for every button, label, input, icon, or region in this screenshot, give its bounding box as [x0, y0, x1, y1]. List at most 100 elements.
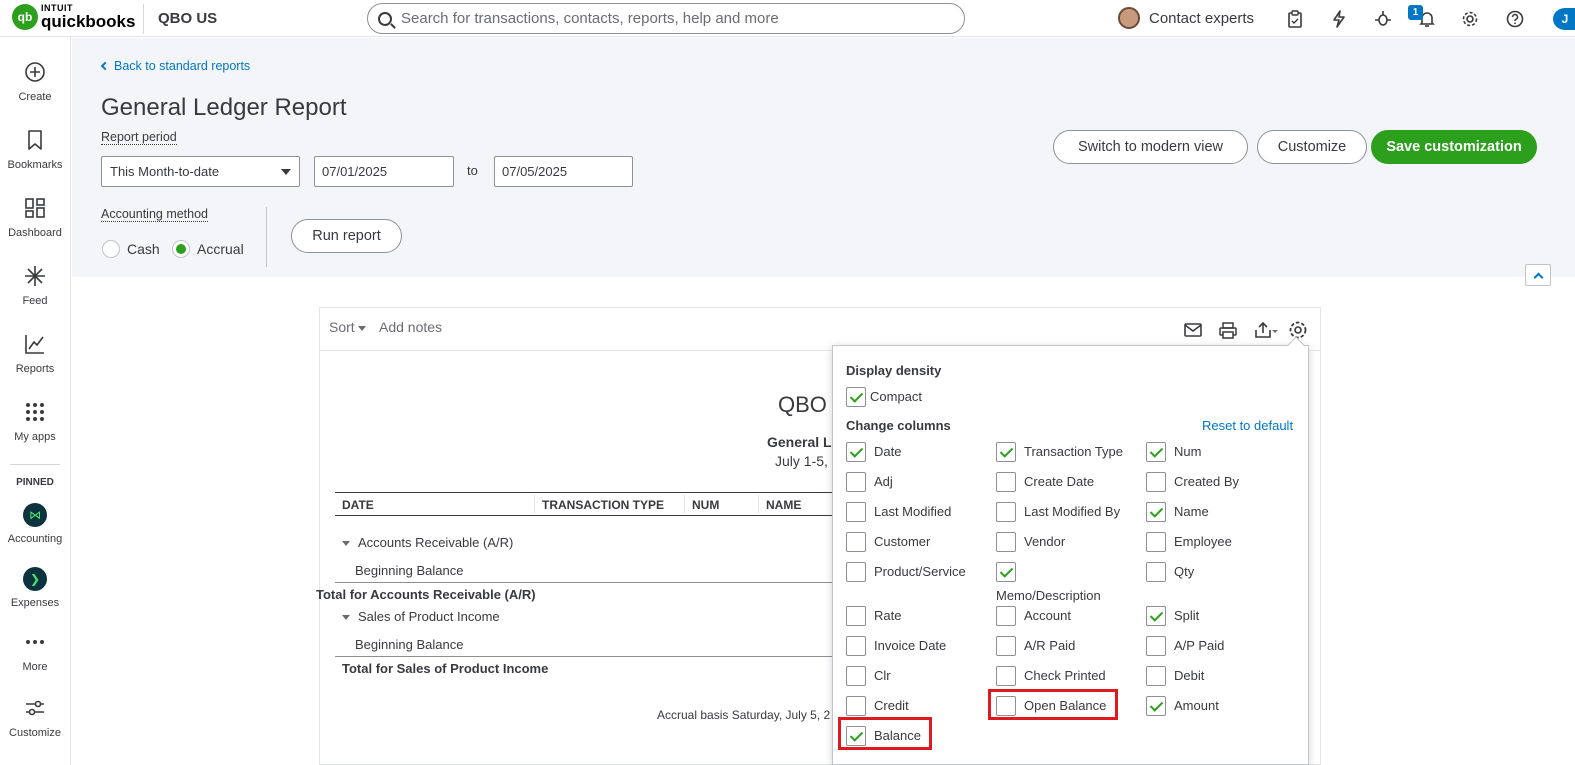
column-name[interactable]: NAME [766, 498, 801, 512]
checkbox-clr[interactable]: Clr [846, 666, 891, 686]
checkbox-label: Adj [874, 474, 893, 489]
nav-my-apps[interactable]: My apps [0, 401, 70, 443]
more-dots-icon [23, 631, 47, 655]
back-to-standard-reports-link[interactable]: Back to standard reports [100, 59, 251, 73]
add-notes-button[interactable]: Add notes [379, 319, 442, 335]
date-to-input[interactable]: 07/05/2025 [494, 156, 633, 187]
checkbox-created-by[interactable]: Created By [1146, 472, 1239, 492]
switch-modern-view-button[interactable]: Switch to modern view [1053, 130, 1248, 164]
checkbox-split[interactable]: Split [1146, 606, 1199, 626]
checkbox-product-service[interactable]: Product/Service [846, 562, 966, 582]
checkbox-num[interactable]: Num [1146, 442, 1201, 462]
collapse-header-button[interactable] [1525, 264, 1551, 286]
report-column-header: DATE TRANSACTION TYPE NUM NAME [335, 492, 845, 516]
nav-create[interactable]: Create [0, 61, 70, 103]
email-icon[interactable] [1182, 319, 1204, 341]
column-separator[interactable] [534, 495, 535, 513]
checkbox-qty[interactable]: Qty [1146, 562, 1194, 582]
date-from-input[interactable]: 07/01/2025 [314, 156, 454, 187]
back-link-label: Back to standard reports [114, 59, 251, 73]
radio-cash[interactable]: Cash [102, 240, 160, 258]
column-transaction-type[interactable]: TRANSACTION TYPE [542, 498, 664, 512]
nav-more-label: More [22, 661, 48, 673]
checkbox-compact-box [846, 387, 866, 407]
save-customization-button[interactable]: Save customization [1371, 130, 1537, 164]
checkbox-ar-paid[interactable]: A/R Paid [996, 636, 1075, 656]
report-period-select[interactable]: This Month-to-date [101, 156, 300, 187]
checkbox-label: Qty [1174, 564, 1195, 579]
column-date[interactable]: DATE [342, 498, 374, 512]
checkbox-employee[interactable]: Employee [1146, 532, 1232, 552]
company-name[interactable]: QBO US [158, 10, 217, 27]
nav-feed[interactable]: Feed [0, 265, 70, 307]
checkbox-box [1146, 472, 1166, 492]
global-search[interactable] [367, 3, 965, 34]
checkbox-ap-paid[interactable]: A/P Paid [1146, 636, 1224, 656]
checkbox-rate[interactable]: Rate [846, 606, 901, 626]
column-num[interactable]: NUM [692, 498, 719, 512]
checkbox-account[interactable]: Account [996, 606, 1071, 626]
search-input[interactable] [401, 10, 941, 27]
checkbox-create-date[interactable]: Create Date [996, 472, 1094, 492]
nav-create-label: Create [18, 91, 52, 103]
nav-bookmarks[interactable]: Bookmarks [0, 129, 70, 171]
chevron-left-icon [100, 61, 110, 71]
column-separator[interactable] [684, 495, 685, 513]
report-period-label[interactable]: Report period [101, 130, 177, 145]
beginning-balance-row: Beginning Balance [355, 637, 464, 652]
checkbox-box [846, 472, 866, 492]
checkbox-vendor[interactable]: Vendor [996, 532, 1065, 552]
clipboard-icon[interactable] [1284, 8, 1306, 30]
checkbox-compact[interactable]: Compact [846, 387, 922, 407]
checkbox-last-modified[interactable]: Last Modified [846, 502, 951, 522]
checkbox-invoice-date[interactable]: Invoice Date [846, 636, 946, 656]
apps-grid-icon [23, 401, 47, 425]
checkbox-last-modified-by[interactable]: Last Modified By [996, 502, 1120, 522]
checkbox-credit[interactable]: Credit [846, 696, 909, 716]
checkbox-debit[interactable]: Debit [1146, 666, 1204, 686]
accounting-icon: ⋈ [23, 503, 47, 527]
export-icon[interactable] [1253, 319, 1281, 341]
checkbox-memo-description[interactable]: Memo/Description [996, 562, 1136, 603]
report-date-range: July 1-5, [775, 453, 828, 469]
gear-icon[interactable] [1459, 8, 1481, 30]
checkbox-transaction-type[interactable]: Transaction Type [996, 442, 1123, 462]
nav-feed-label: Feed [22, 295, 48, 307]
topbar-divider [143, 4, 144, 34]
nav-reports[interactable]: Reports [0, 333, 70, 375]
checkbox-box [1146, 636, 1166, 656]
column-separator[interactable] [758, 495, 759, 513]
checkbox-name[interactable]: Name [1146, 502, 1209, 522]
grid-icon [23, 197, 47, 221]
lightning-icon[interactable] [1328, 8, 1350, 30]
group-row-sales[interactable]: Sales of Product Income [342, 609, 500, 624]
checkbox-label: Last Modified [874, 504, 952, 519]
nav-accounting[interactable]: ⋈ Accounting [0, 503, 70, 545]
quickbooks-logo[interactable]: qb INTUIT quickbooks [12, 4, 135, 30]
checkbox-customer[interactable]: Customer [846, 532, 930, 552]
date-to-separator: to [467, 163, 478, 178]
nav-divider [10, 464, 60, 465]
checkbox-date[interactable]: Date [846, 442, 901, 462]
reset-to-default-link[interactable]: Reset to default [1202, 418, 1293, 433]
customize-button[interactable]: Customize [1257, 130, 1367, 164]
nav-expenses[interactable]: ❯ Expenses [0, 567, 70, 609]
checkbox-check-printed[interactable]: Check Printed [996, 666, 1106, 686]
user-avatar[interactable]: J [1553, 8, 1575, 30]
bug-icon[interactable] [1372, 8, 1394, 30]
radio-accrual[interactable]: Accrual [172, 240, 244, 258]
qb-logo-icon: qb [12, 4, 38, 30]
run-report-button[interactable]: Run report [291, 219, 402, 253]
print-icon[interactable] [1217, 319, 1239, 341]
nav-dashboard[interactable]: Dashboard [0, 197, 70, 239]
sort-dropdown[interactable]: Sort [329, 319, 366, 335]
nav-more[interactable]: More [0, 631, 70, 673]
help-icon[interactable] [1504, 8, 1526, 30]
nav-customize[interactable]: Customize [0, 697, 70, 739]
accounting-method-label[interactable]: Accounting method [101, 207, 209, 222]
group-row-ar[interactable]: Accounts Receivable (A/R) [342, 535, 513, 550]
contact-experts-button[interactable]: Contact experts [1118, 7, 1254, 29]
checkbox-amount[interactable]: Amount [1146, 696, 1219, 716]
caret-down-icon [357, 325, 366, 331]
checkbox-adj[interactable]: Adj [846, 472, 893, 492]
